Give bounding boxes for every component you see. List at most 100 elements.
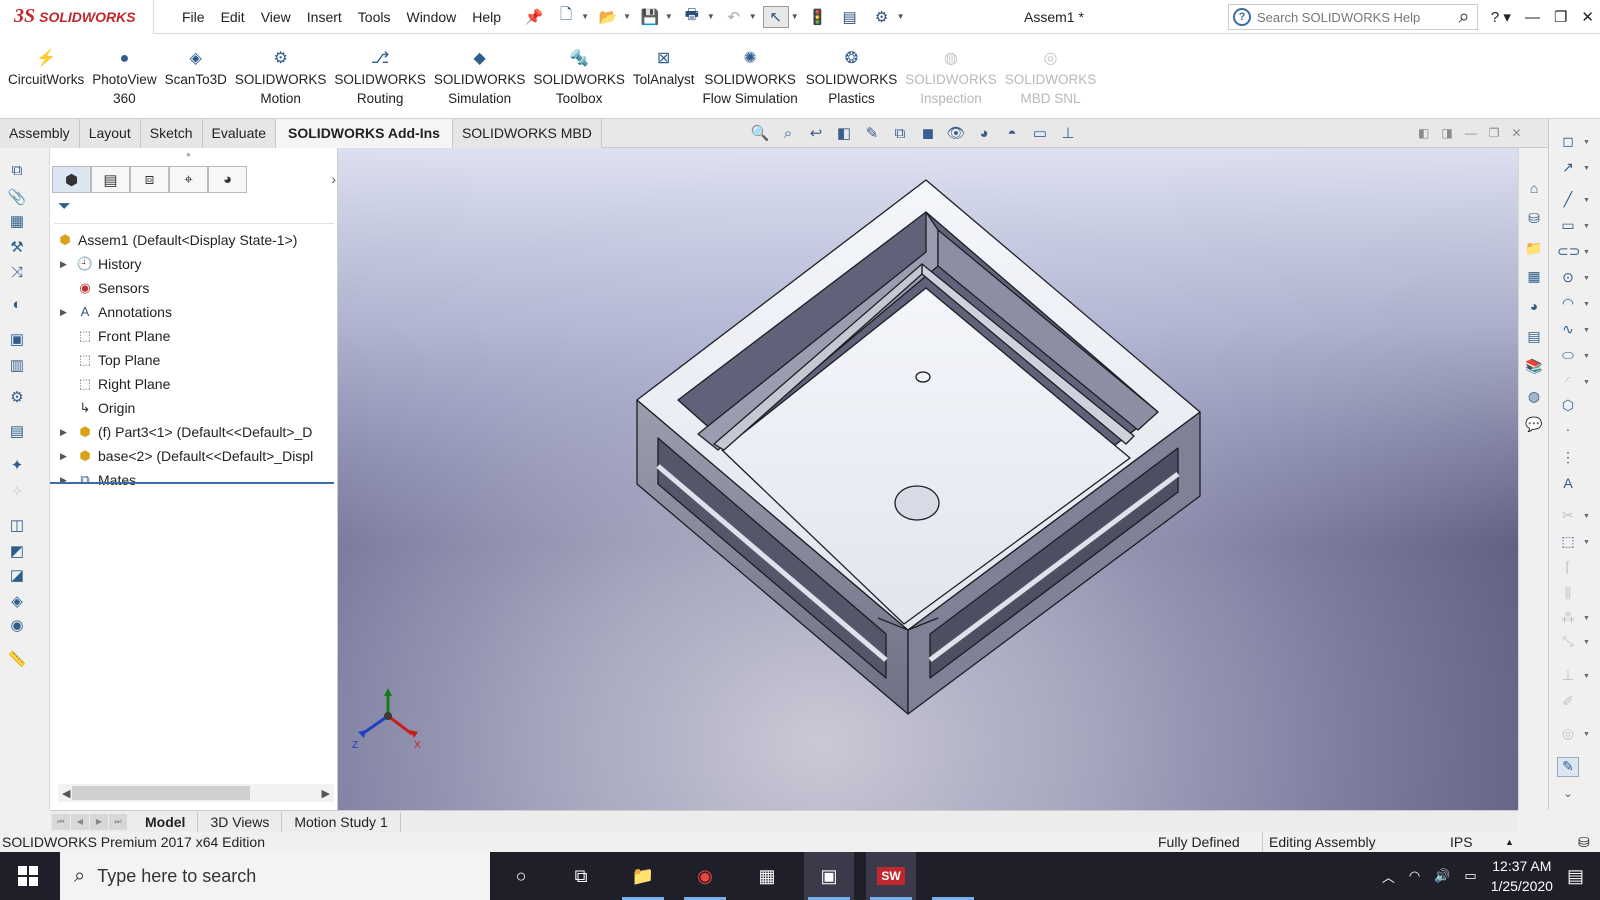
open-icon[interactable]: 📂 [595, 6, 621, 28]
next-tab-icon[interactable]: ▶ [90, 813, 108, 830]
featuremanager-tab-icon[interactable]: ⬢ [52, 166, 91, 193]
ribbon-button-3[interactable]: ⚙ SOLIDWORKS Motion [231, 34, 331, 119]
select-arrow-icon[interactable]: ↖ [762, 5, 789, 28]
menu-tools[interactable]: Tools [350, 0, 399, 34]
clock[interactable]: 12:37 AM 1/25/2020 [1491, 856, 1553, 896]
menu-file[interactable]: File [174, 0, 213, 34]
view-palette-icon[interactable]: ▦ [1524, 268, 1544, 288]
tree-node[interactable]: ↳ Origin [50, 396, 338, 420]
home-icon[interactable]: ⌂ [1524, 180, 1544, 200]
custom-properties-icon[interactable]: ▤ [1524, 328, 1544, 348]
dynamic-annotation-icon[interactable]: ✎ [862, 124, 882, 142]
ribbon-button-11[interactable]: ◎ SOLIDWORKS MBD SNL [1001, 34, 1101, 119]
mirror-entities-icon[interactable]: ⫼ [1557, 585, 1579, 605]
bottom-tab-3d-views[interactable]: 3D Views [198, 811, 283, 832]
file-properties-icon[interactable]: ▤ [837, 6, 863, 28]
solidworks-taskbar-icon[interactable]: SW [866, 852, 916, 900]
search-icon[interactable]: ⌕ [1451, 4, 1477, 30]
tab-solidworks-mbd[interactable]: SOLIDWORKS MBD [452, 119, 602, 148]
rebuild-icon[interactable]: 🚦 [805, 6, 831, 28]
help-search-input[interactable]: Search SOLIDWORKS Help [1257, 10, 1420, 25]
expand-arrow-icon[interactable]: ▶ [60, 468, 67, 492]
resources-icon[interactable]: ⛁ [1524, 210, 1544, 230]
print-icon[interactable]: 🖶 [679, 6, 705, 28]
interference-detection-icon[interactable]: ◫ [6, 516, 28, 536]
windows-start-icon[interactable] [18, 866, 38, 886]
instant3d-icon[interactable]: ◈ [6, 592, 28, 612]
battery-icon[interactable]: ▭ [1464, 868, 1476, 884]
options-gear-icon[interactable]: ⚙ [869, 6, 895, 28]
scroll-right-icon[interactable]: ▶ [322, 787, 330, 800]
expand-arrow-icon[interactable]: ▶ [60, 420, 67, 444]
viewport-restore-icon[interactable]: ❐ [1489, 126, 1500, 140]
menu-view[interactable]: View [253, 0, 299, 34]
select-dropdown-icon[interactable]: ▼ [791, 12, 799, 21]
help-search-box[interactable]: ? Search SOLIDWORKS Help ⌕ [1228, 4, 1478, 30]
chrome-icon[interactable]: ◉ [680, 852, 730, 900]
video-app-icon[interactable]: ▣ [804, 852, 854, 900]
tree-node[interactable]: ⬢ Assem1 (Default<Display State-1>) [50, 228, 338, 252]
cortana-icon[interactable]: ○ [496, 852, 546, 900]
bottom-tab-model[interactable]: Model [133, 811, 199, 832]
ribbon-button-1[interactable]: ● PhotoView 360 [88, 34, 160, 119]
file-explorer-taskbar-icon[interactable]: 📁 [618, 852, 668, 900]
viewport-close-icon[interactable]: ✕ [1511, 126, 1521, 140]
ribbon-button-5[interactable]: ◆ SOLIDWORKS Simulation [430, 34, 530, 119]
undo-icon[interactable]: ↶ [721, 6, 747, 28]
measure-icon[interactable]: 📏 [6, 650, 28, 670]
smart-dimension-icon[interactable]: ↗ [1557, 159, 1579, 179]
graphics-area[interactable]: Y X Z [338, 148, 1548, 810]
taskbar-slot-icon[interactable] [928, 852, 978, 900]
smart-fasteners-icon[interactable]: ⚒ [6, 238, 28, 258]
repair-sketch-icon[interactable]: ✐ [1557, 693, 1579, 713]
ribbon-button-8[interactable]: ✺ SOLIDWORKS Flow Simulation [698, 34, 801, 119]
design-library-icon[interactable]: 📚 [1524, 358, 1544, 378]
assembly-model[interactable] [338, 148, 1548, 810]
sketch-icon[interactable]: ◻ [1557, 133, 1579, 153]
centerline-icon[interactable]: ⋮ [1557, 449, 1579, 469]
save-icon[interactable]: 💾 [637, 6, 663, 28]
appearances-icon[interactable]: ◕ [1524, 298, 1544, 318]
bottom-tab-motion-study-1[interactable]: Motion Study 1 [282, 811, 401, 832]
last-tab-icon[interactable]: ⏭ [109, 813, 127, 830]
viewport-minimize-icon[interactable]: — [1465, 126, 1477, 140]
tab-sketch[interactable]: Sketch [140, 119, 203, 148]
tree-node[interactable]: ◉ Sensors [50, 276, 338, 300]
tree-node[interactable]: ⬚ Front Plane [50, 324, 338, 348]
spline-icon[interactable]: ∿ [1557, 321, 1579, 341]
ribbon-button-0[interactable]: ⚡ CircuitWorks [4, 34, 88, 119]
slot-icon[interactable]: ⊂⊃ [1557, 243, 1580, 263]
chevron-right-icon[interactable]: › [331, 166, 336, 194]
quick-snaps-icon[interactable]: ◎ [1557, 725, 1579, 745]
edit-appearance-icon[interactable]: ◕ [974, 125, 994, 142]
prev-tab-icon[interactable]: ◀ [71, 813, 89, 830]
convert-entities-icon[interactable]: ⬚ [1557, 533, 1579, 553]
tree-node[interactable]: ▶ 🕘 History [50, 252, 338, 276]
linear-sketch-pattern-icon[interactable]: ⁂ [1557, 609, 1579, 629]
viewport-tile-right-icon[interactable]: ◨ [1441, 126, 1452, 140]
insert-component-icon[interactable]: ⧉ [6, 162, 28, 182]
notifications-icon[interactable]: ▤ [1567, 866, 1584, 887]
zoom-to-area-icon[interactable]: ⌕ [778, 125, 798, 142]
menu-edit[interactable]: Edit [213, 0, 253, 34]
mate-icon[interactable]: 📎 [6, 188, 28, 208]
ribbon-button-10[interactable]: ◍ SOLIDWORKS Inspection [901, 34, 1001, 119]
new-dropdown-icon[interactable]: ▼ [581, 12, 589, 21]
circle-icon[interactable]: ⊙ [1557, 269, 1579, 289]
help-dropdown-icon[interactable]: ? ▾ [1491, 8, 1511, 26]
save-dropdown-icon[interactable]: ▼ [665, 12, 673, 21]
line-icon[interactable]: ╱ [1557, 191, 1579, 211]
configurationmanager-tab-icon[interactable]: ⧈ [130, 166, 169, 193]
rapid-sketch-icon[interactable]: ✎ [1557, 757, 1579, 777]
solidworks-forum-icon[interactable]: ◍ [1524, 388, 1544, 408]
open-dropdown-icon[interactable]: ▼ [623, 12, 631, 21]
point-icon[interactable]: · [1557, 421, 1579, 441]
view-orientation-icon[interactable]: ⧉ [890, 125, 910, 142]
menu-insert[interactable]: Insert [299, 0, 350, 34]
ellipse-icon[interactable]: ⬭ [1557, 347, 1579, 367]
tree-filter-icon[interactable]: ⏷ [54, 198, 334, 224]
ribbon-button-4[interactable]: ⎇ SOLIDWORKS Routing [330, 34, 430, 119]
horizontal-scrollbar[interactable]: ◀ ▶ [58, 784, 334, 802]
view-settings-icon[interactable]: ▭ [1030, 124, 1050, 142]
expand-arrow-icon[interactable]: ▶ [60, 300, 67, 324]
